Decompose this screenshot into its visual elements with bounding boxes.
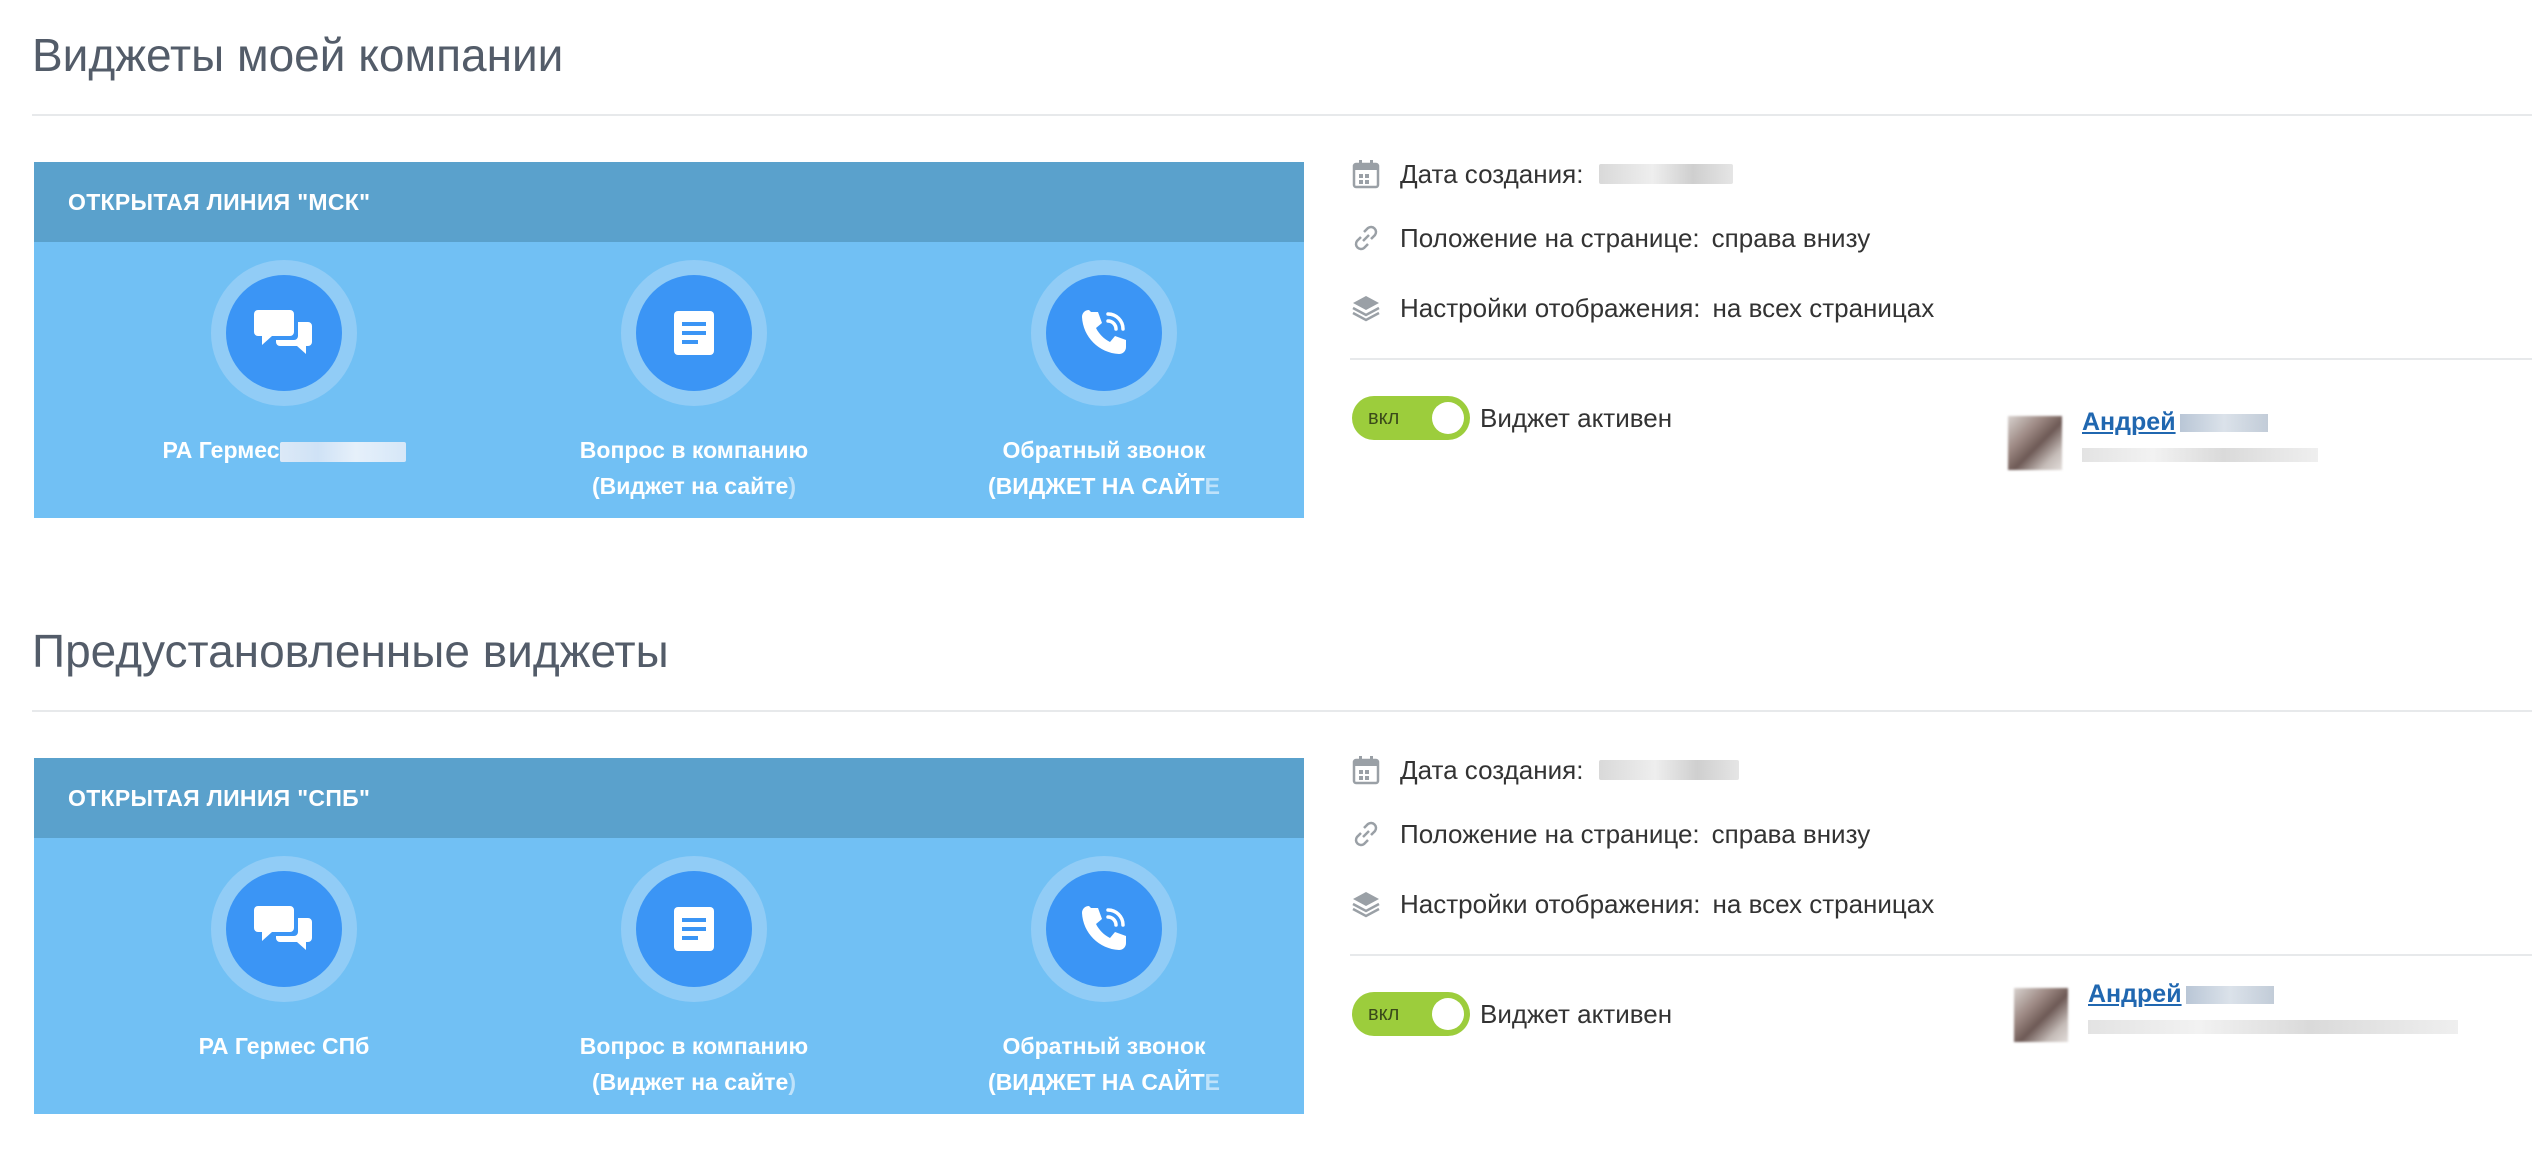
redacted-user-details (2088, 1020, 2458, 1034)
layers-icon (1350, 292, 1382, 324)
channel-sublabel-tail: ) (788, 1069, 796, 1095)
redacted-text (2179, 414, 2268, 433)
redacted-text (2185, 986, 2274, 1005)
chat-icon (226, 275, 342, 391)
widget-card-body: РА Гермес СПб Вопрос в компанию (Виджет … (34, 838, 1304, 1114)
channel-icon-ring (211, 260, 357, 406)
info-position: Положение на странице: справа внизу (1350, 222, 1870, 254)
position-value: справа внизу (1711, 222, 1871, 253)
info-divider (1350, 954, 2532, 956)
channel-sublabel: (Виджет на сайте (592, 1069, 789, 1095)
section-title-my-widgets: Виджеты моей компании (32, 29, 564, 81)
channel-label: Обратный звонок (1002, 437, 1206, 463)
channel-icon-ring (1031, 856, 1177, 1002)
channel-chat[interactable]: РА Гермес (79, 260, 489, 468)
widget-card-spb[interactable]: ОТКРЫТАЯ ЛИНИЯ "СПБ" РА Гермес СПб Вопро… (34, 758, 1304, 1114)
form-icon (636, 871, 752, 987)
channel-label: РА Гермес (162, 437, 280, 463)
channel-label: РА Гермес СПб (198, 1033, 370, 1059)
info-created: Дата создания: (1350, 158, 1734, 190)
user-name-link[interactable]: Андрей (2088, 980, 2274, 1009)
redacted-text (279, 441, 406, 462)
redacted-date (1599, 760, 1740, 780)
section-divider (32, 114, 2532, 116)
phone-icon (1046, 275, 1162, 391)
channel-label: Обратный звонок (1002, 1033, 1206, 1059)
channel-icon-ring (211, 856, 357, 1002)
channel-sublabel-tail: ) (788, 473, 796, 499)
calendar-icon (1350, 158, 1382, 190)
channel-form[interactable]: Вопрос в компанию (Виджет на сайте) (489, 260, 899, 504)
section-divider (32, 710, 2532, 712)
channel-sublabel-tail: Е (1204, 473, 1220, 499)
info-display: Настройки отображения: на всех страницах (1350, 888, 1934, 920)
redacted-date (1599, 164, 1734, 184)
widget-card-header[interactable]: ОТКРЫТАЯ ЛИНИЯ "МСК" (34, 162, 1304, 242)
widget-active-label: Виджет активен (1480, 403, 1673, 433)
toggle-label: вкл (1368, 1003, 1400, 1025)
avatar (2008, 416, 2062, 470)
toggle-label: вкл (1368, 407, 1400, 429)
position-label: Положение на странице: (1400, 222, 1700, 253)
channel-icon-ring (621, 856, 767, 1002)
channel-sublabel-tail: Е (1204, 1069, 1220, 1095)
link-icon (1350, 222, 1382, 254)
channel-sublabel: (ВИДЖЕТ НА САЙТ (988, 473, 1205, 499)
toggle-knob (1432, 402, 1464, 434)
avatar (2014, 988, 2068, 1042)
created-label: Дата создания: (1400, 158, 1584, 189)
widget-active-toggle[interactable]: вкл (1352, 396, 1470, 440)
display-label: Настройки отображения: (1400, 888, 1701, 919)
widget-card-header[interactable]: ОТКРЫТАЯ ЛИНИЯ "СПБ" (34, 758, 1304, 838)
channel-chat[interactable]: РА Гермес СПб (79, 856, 489, 1064)
widget-card-body: РА Гермес Вопрос в компанию (Виджет на с… (34, 242, 1304, 518)
info-created: Дата создания: (1350, 754, 1740, 786)
display-value: на всех страницах (1712, 888, 1935, 919)
layers-icon (1350, 888, 1382, 920)
widget-card-msk[interactable]: ОТКРЫТАЯ ЛИНИЯ "МСК" РА Гермес Вопрос в … (34, 162, 1304, 518)
widget-active-toggle[interactable]: вкл (1352, 992, 1470, 1036)
section-title-preset-widgets: Предустановленные виджеты (32, 625, 669, 677)
position-label: Положение на странице: (1400, 818, 1700, 849)
link-icon (1350, 818, 1382, 850)
info-divider (1350, 358, 2532, 360)
channel-icon-ring (1031, 260, 1177, 406)
form-icon (636, 275, 752, 391)
display-label: Настройки отображения: (1400, 292, 1701, 323)
channel-sublabel: (ВИДЖЕТ НА САЙТ (988, 1069, 1205, 1095)
redacted-user-details (2082, 448, 2318, 462)
chat-icon (226, 871, 342, 987)
channel-label: Вопрос в компанию (579, 1033, 809, 1059)
channel-callback[interactable]: Обратный звонок (ВИДЖЕТ НА САЙТЕ (899, 856, 1309, 1100)
channel-label: Вопрос в компанию (579, 437, 809, 463)
display-value: на всех страницах (1712, 292, 1935, 323)
toggle-knob (1432, 998, 1464, 1030)
channel-callback[interactable]: Обратный звонок (ВИДЖЕТ НА САЙТЕ (899, 260, 1309, 504)
channel-icon-ring (621, 260, 767, 406)
calendar-icon (1350, 754, 1382, 786)
channel-sublabel: (Виджет на сайте (592, 473, 789, 499)
phone-icon (1046, 871, 1162, 987)
user-name-link[interactable]: Андрей (2082, 408, 2268, 437)
created-label: Дата создания: (1400, 754, 1584, 785)
widget-active-label: Виджет активен (1480, 999, 1673, 1029)
info-position: Положение на странице: справа внизу (1350, 818, 1870, 850)
info-display: Настройки отображения: на всех страницах (1350, 292, 1934, 324)
channel-form[interactable]: Вопрос в компанию (Виджет на сайте) (489, 856, 899, 1100)
position-value: справа внизу (1711, 818, 1871, 849)
